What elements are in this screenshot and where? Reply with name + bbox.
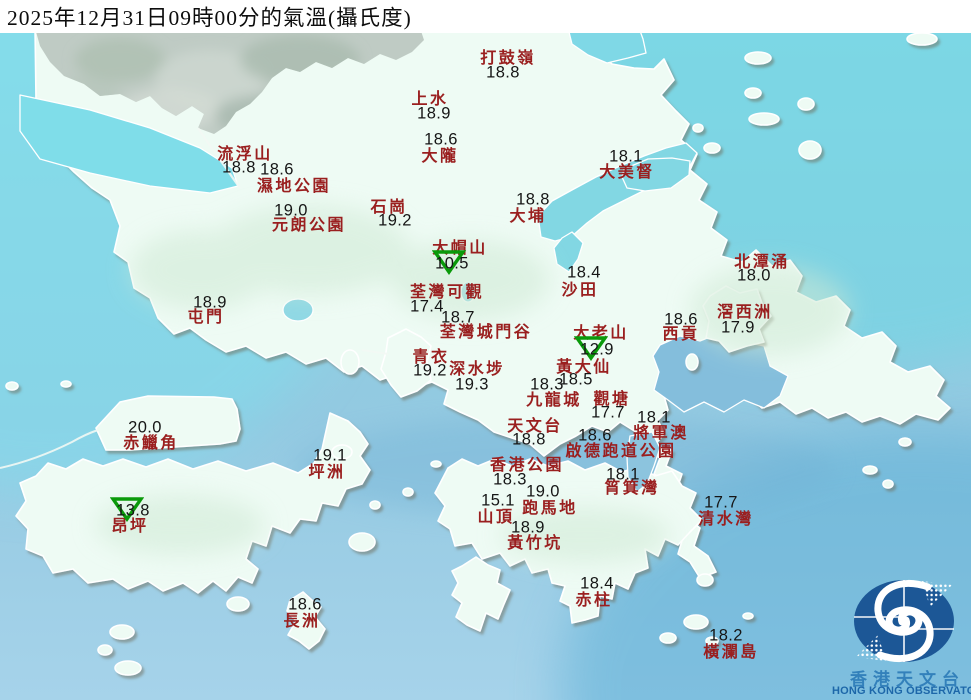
island-po-toi-3 xyxy=(705,636,719,646)
hko-temperature-map-page: { "title": {"text": "2025年12月31日09時00分的氣… xyxy=(0,0,971,700)
island-ninepin-1 xyxy=(862,465,878,475)
water-tai-lam-reservoir xyxy=(282,298,314,322)
island-kau-yi-chau xyxy=(402,487,414,497)
island-peng-chau xyxy=(331,444,353,460)
island-mirs-2 xyxy=(744,87,762,99)
island-hei-ling-chau xyxy=(348,532,376,552)
island-ma-wan xyxy=(340,349,360,375)
island-soko-3 xyxy=(114,660,142,676)
islet-west-2 xyxy=(60,380,72,388)
island-tolo-1 xyxy=(703,142,721,154)
airport-chek-lap-kok xyxy=(95,395,241,451)
island-ninepin-2 xyxy=(882,479,894,489)
island-shek-kwu-chau xyxy=(226,596,250,612)
hko-logo: 香港天文台 HONG KONG OBSERVATORY xyxy=(832,575,971,700)
island-tolo-2 xyxy=(692,123,704,133)
hko-logo-emblem xyxy=(854,579,954,663)
island-sunshine xyxy=(369,500,381,510)
island-green xyxy=(430,460,442,468)
island-mirs-3 xyxy=(748,112,780,126)
island-soko-1 xyxy=(109,624,135,640)
island-po-toi-2 xyxy=(659,632,677,644)
islet-west-1 xyxy=(5,381,19,391)
island-sharp xyxy=(685,353,699,371)
title-bar: 2025年12月31日09時00分的氣溫(攝氏度) xyxy=(0,0,971,33)
island-mirs-1 xyxy=(744,51,772,65)
island-mirs-4 xyxy=(797,97,815,111)
island-mirs-6 xyxy=(906,32,938,46)
map-title: 2025年12月31日09時00分的氣溫(攝氏度) xyxy=(7,6,412,30)
island-tung-lung xyxy=(696,573,714,587)
island-ninepin-3 xyxy=(898,437,912,447)
island-soko-2 xyxy=(97,644,113,656)
island-po-toi-1 xyxy=(683,614,709,630)
hong-kong-map xyxy=(0,0,971,700)
logo-text-english: HONG KONG OBSERVATORY xyxy=(832,685,971,697)
island-waglan xyxy=(742,612,754,620)
island-mirs-5 xyxy=(798,140,822,160)
